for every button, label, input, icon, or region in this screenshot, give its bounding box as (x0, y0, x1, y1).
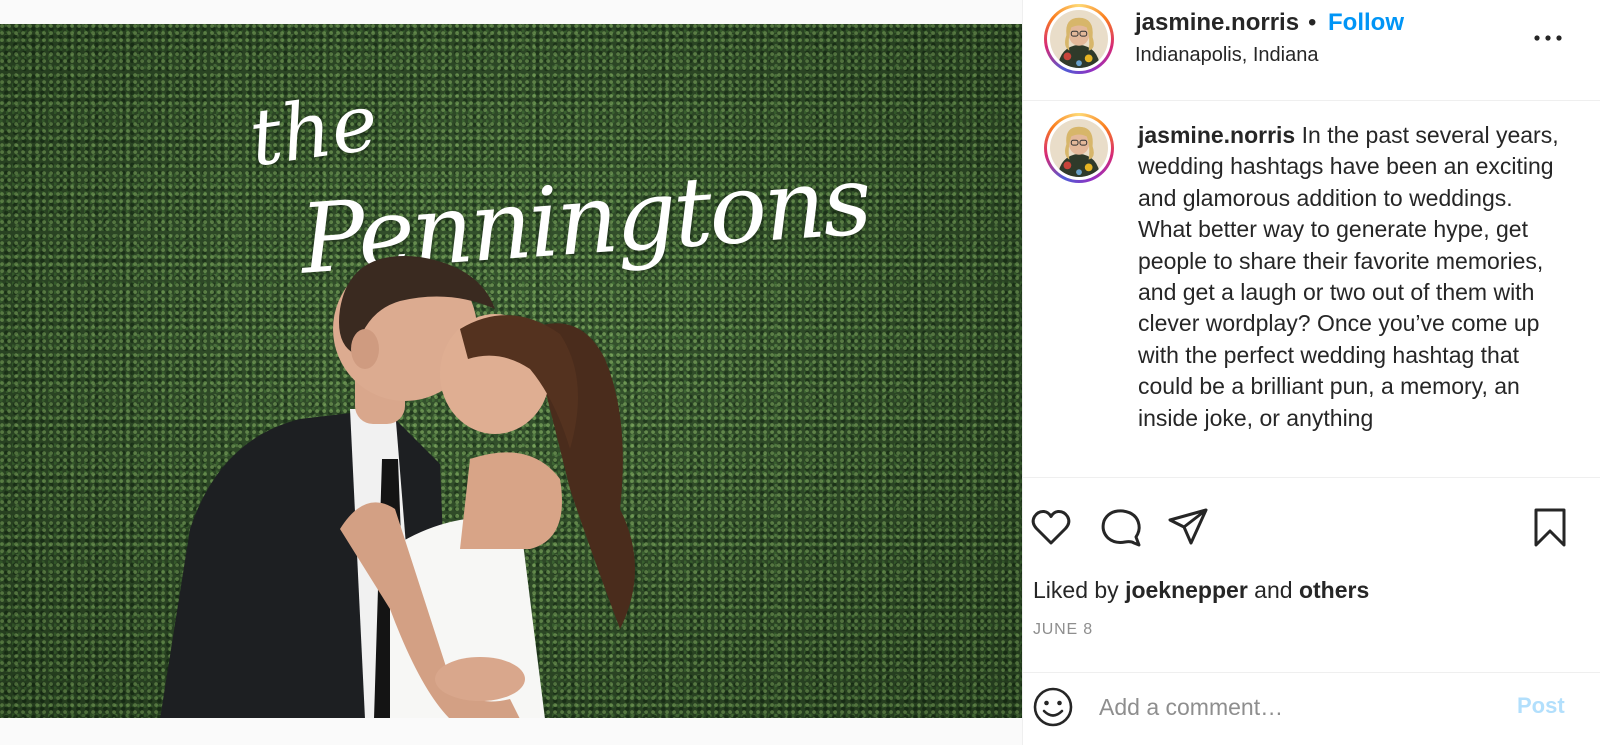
more-options-icon[interactable] (1523, 20, 1573, 56)
likes-summary: Liked by joeknepper and others (1033, 577, 1369, 604)
avatar-frame (1047, 7, 1111, 71)
caption-username[interactable]: jasmine.norris (1138, 122, 1295, 148)
follow-button[interactable]: Follow (1328, 9, 1404, 37)
photo-sign-the: the (244, 77, 384, 185)
comment-input[interactable] (1099, 685, 1489, 729)
post-side-pane: jasmine.norris • Follow Indianapolis, In… (1023, 0, 1600, 745)
post-comment-button[interactable]: Post (1517, 693, 1565, 719)
caption-text: jasmine.norris In the past several years… (1138, 120, 1568, 434)
liked-by-user[interactable]: joeknepper (1125, 577, 1248, 603)
smiley-icon[interactable] (1031, 685, 1075, 729)
liked-by-others[interactable]: others (1299, 577, 1369, 603)
post-actions: Liked by joeknepper and others JUNE 8 (1023, 478, 1600, 673)
author-username[interactable]: jasmine.norris (1135, 9, 1299, 37)
post-location[interactable]: Indianapolis, Indiana (1135, 44, 1318, 67)
avatar-frame (1047, 116, 1111, 180)
paper-plane-icon[interactable] (1165, 504, 1211, 550)
caption-avatar[interactable] (1044, 113, 1114, 183)
heart-icon[interactable] (1028, 504, 1074, 550)
post-photo[interactable]: the Penningtons (0, 24, 1022, 718)
avatar-image (1050, 119, 1108, 177)
avatar-image (1050, 10, 1108, 68)
couple-illustration (160, 256, 635, 718)
post-caption: jasmine.norris In the past several years… (1023, 101, 1600, 478)
post-media-pane: the Penningtons (0, 0, 1022, 745)
comment-bar: Post (1023, 673, 1600, 745)
separator-dot: • (1308, 9, 1317, 36)
post-header: jasmine.norris • Follow Indianapolis, In… (1023, 0, 1600, 101)
comment-icon[interactable] (1098, 504, 1144, 550)
likes-conjunction: and (1247, 577, 1299, 603)
post-date: JUNE 8 (1033, 621, 1093, 638)
caption-body: In the past several years, wedding hasht… (1138, 122, 1559, 431)
bookmark-icon[interactable] (1527, 504, 1573, 550)
likes-prefix: Liked by (1033, 577, 1126, 603)
author-avatar[interactable] (1044, 4, 1114, 74)
